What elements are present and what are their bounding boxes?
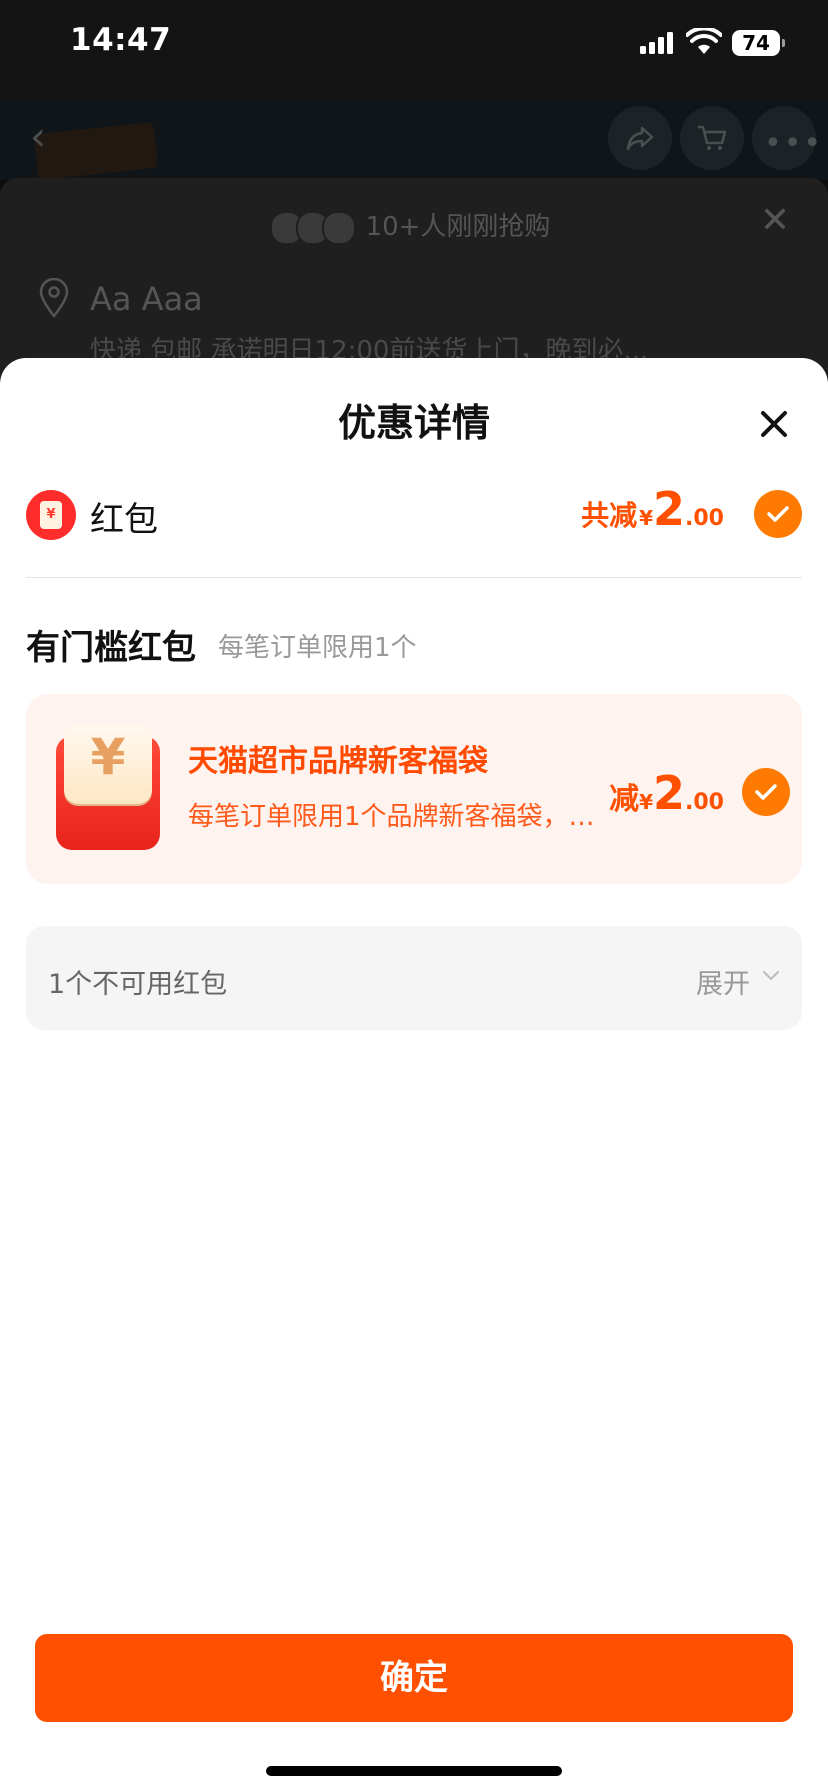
buyer-avatars (269, 210, 356, 245)
confirm-button[interactable]: 确定 (35, 1634, 793, 1722)
threshold-section-subtitle: 每笔订单限用1个 (218, 633, 417, 663)
more-icon: ••• (764, 126, 824, 161)
more-button: ••• (752, 106, 821, 170)
recent-buyers-text: 10+人刚刚抢购 (365, 212, 551, 242)
share-icon (626, 126, 654, 151)
checkmark-icon (767, 506, 789, 522)
close-icon[interactable] (758, 408, 790, 440)
currency-symbol: ¥ (639, 790, 653, 814)
threshold-section-title: 有门槛红包 (26, 628, 196, 668)
location-pin-icon (39, 278, 69, 318)
total-discount: 共减 ¥2.00 (581, 482, 724, 536)
coupon-amount: 减¥2.00 (609, 766, 724, 820)
coupon-checkbox[interactable] (742, 768, 790, 816)
red-packet-checkbox[interactable] (754, 490, 802, 538)
cart-button (680, 106, 744, 170)
coupon-description: 每笔订单限用1个品牌新客福袋，满... (188, 802, 606, 832)
total-amount-integer: 2 (653, 482, 686, 536)
coupon-amount-decimal: .00 (685, 790, 724, 815)
battery-icon: 74 (732, 30, 785, 56)
address-name: Aa Aaa (90, 280, 203, 318)
unavailable-red-packets-row[interactable]: 1个不可用红包 展开 (26, 926, 802, 1030)
unavailable-label: 1个不可用红包 (48, 969, 228, 1000)
divider (26, 577, 802, 578)
red-packet-row[interactable]: ¥ 红包 共减 ¥2.00 (26, 482, 802, 546)
background-nav-bar: ‹ ••• (0, 100, 828, 181)
coupon-title: 天猫超市品牌新客福袋 (188, 744, 488, 779)
red-packet-icon: ¥ (26, 490, 76, 540)
discount-details-sheet: 优惠详情 ¥ 红包 共减 ¥2.00 有门槛红包 每笔订单限用1个 ¥ 天猫超市品… (0, 358, 828, 1792)
coupon-amount-integer: 2 (653, 766, 686, 820)
coupon-amount-label: 减 (609, 782, 640, 817)
background-order-panel: 10+人刚刚抢购 ✕ Aa Aaa 快递 包邮 承诺明日12:00前送货上门，晚… (0, 178, 828, 378)
total-amount-decimal: .00 (685, 506, 724, 531)
wifi-icon (686, 28, 722, 54)
cellular-signal-icon (640, 32, 674, 54)
background-close-icon: ✕ (759, 200, 790, 241)
status-bar: 14:47 74 (0, 0, 828, 100)
coupon-card[interactable]: ¥ 天猫超市品牌新客福袋 每笔订单限用1个品牌新客福袋，满... 减¥2.00 (26, 694, 802, 884)
home-indicator (266, 1766, 562, 1776)
back-icon: ‹ (30, 114, 46, 160)
sheet-title: 优惠详情 (337, 401, 490, 445)
share-button (608, 106, 672, 170)
chevron-down-icon (763, 971, 779, 981)
checkmark-icon (755, 784, 777, 800)
cart-icon (698, 125, 727, 150)
red-packet-label: 红包 (90, 500, 158, 540)
red-envelope-icon: ¥ (56, 724, 160, 850)
recent-buyers: 10+人刚刚抢购 (0, 206, 828, 245)
total-discount-label: 共减 (581, 499, 638, 532)
currency-symbol: ¥ (639, 506, 653, 530)
expand-button[interactable]: 展开 (696, 962, 750, 1001)
brand-logo (33, 121, 159, 181)
status-time: 14:47 (70, 22, 172, 58)
